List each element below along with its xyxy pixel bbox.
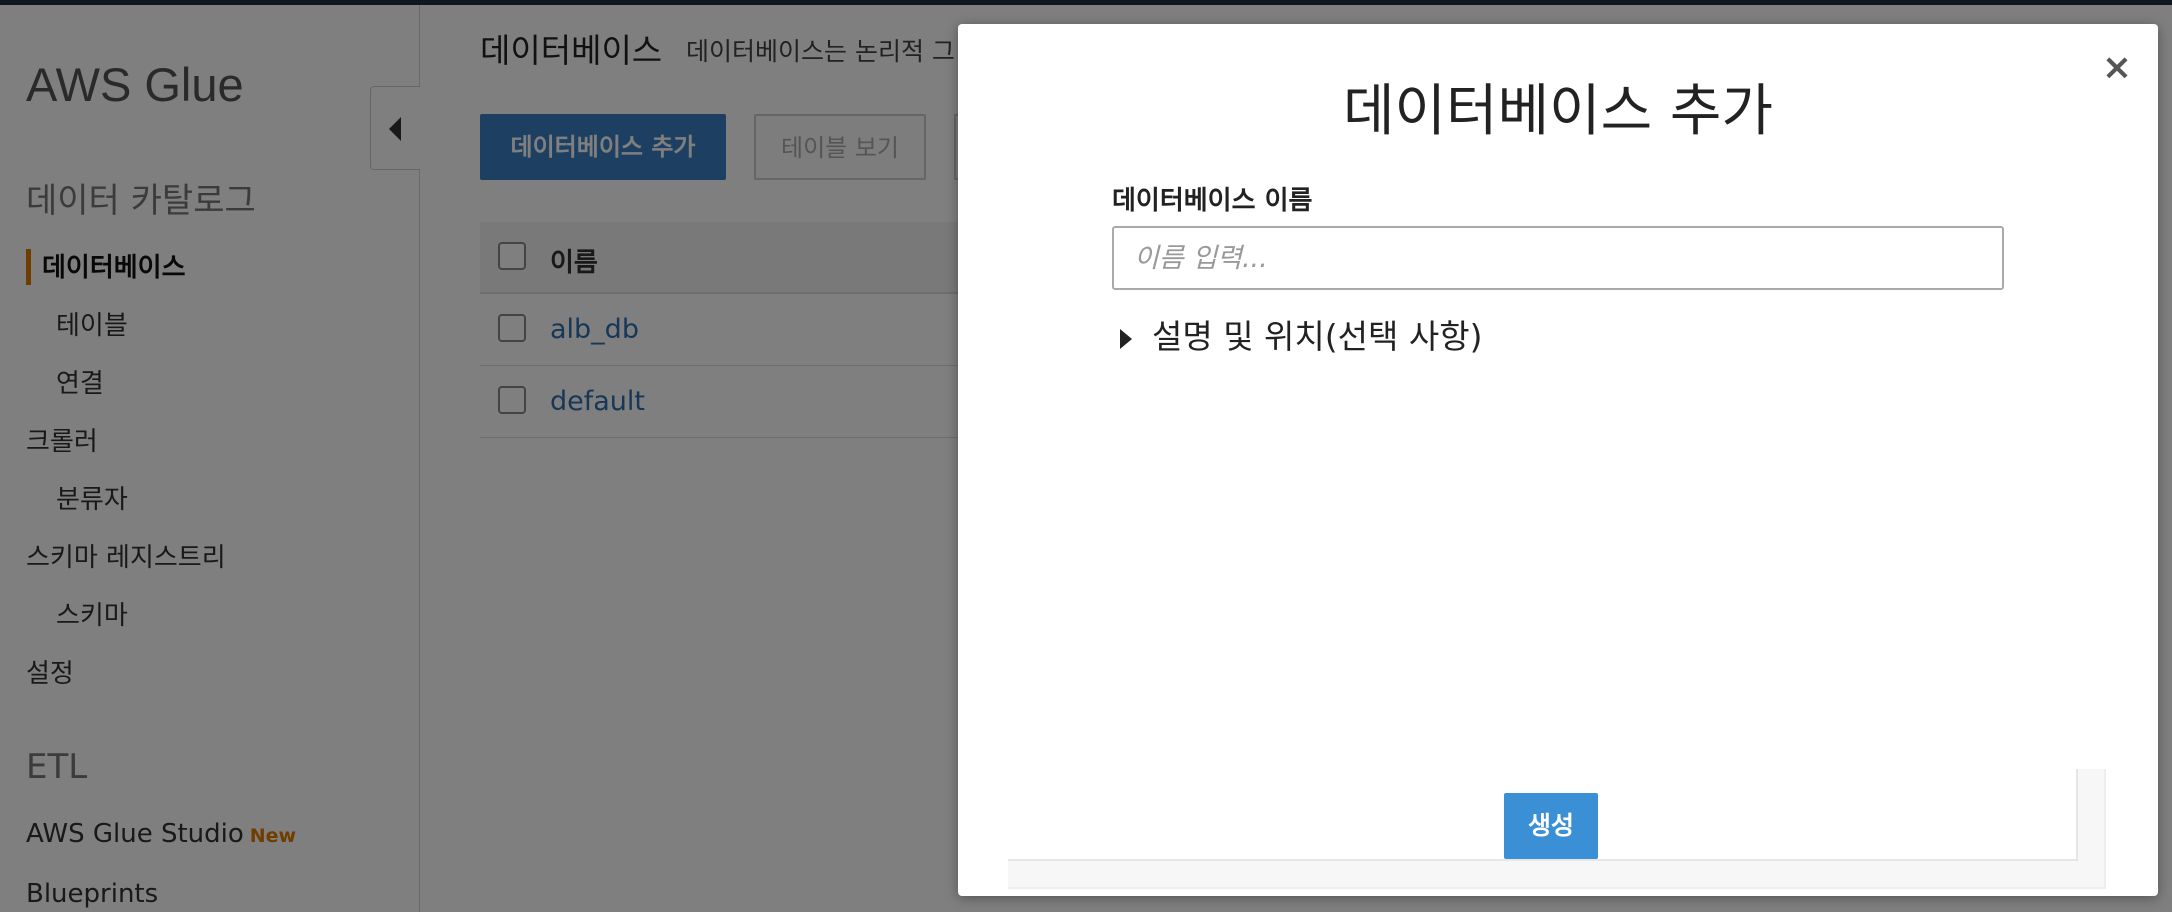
- modal-footer: 생성: [1008, 769, 2106, 889]
- description-location-expander[interactable]: 설명 및 위치(선택 사항): [1120, 310, 1482, 358]
- modal-title: 데이터베이스 추가: [1343, 79, 1773, 144]
- database-name-label: 데이터베이스 이름: [1112, 186, 1313, 216]
- expander-label: 설명 및 위치(선택 사항): [1152, 317, 1483, 356]
- modal-footer-inner: 생성: [1008, 769, 2078, 861]
- create-button[interactable]: 생성: [1504, 793, 1598, 859]
- add-database-modal: × 데이터베이스 추가 데이터베이스 이름 설명 및 위치(선택 사항) 생성: [958, 24, 2158, 896]
- database-name-input[interactable]: [1112, 226, 2004, 290]
- caret-right-icon: [1120, 328, 1132, 349]
